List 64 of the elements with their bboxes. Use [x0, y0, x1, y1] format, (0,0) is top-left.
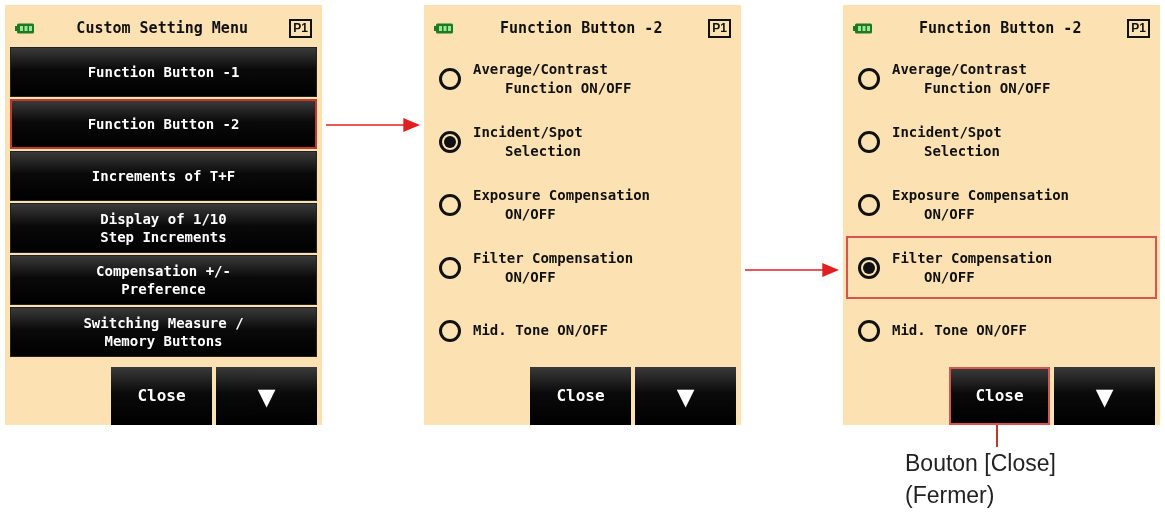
- option-label: Incident/Spot: [473, 122, 583, 142]
- page-indicator: P1: [1127, 18, 1150, 38]
- option-label: Exposure Compensation: [892, 185, 1069, 205]
- leader-line: [996, 425, 998, 447]
- option-label: Mid. Tone ON/OFF: [892, 321, 1027, 340]
- scroll-down-button[interactable]: ▼: [216, 367, 317, 425]
- option-label: Filter Compensation: [892, 248, 1053, 268]
- option-row[interactable]: Exposure Compensation ON/OFF: [846, 173, 1157, 236]
- callout-text: Bouton [Close]: [905, 449, 1057, 478]
- radio-button[interactable]: [439, 319, 461, 342]
- option-row[interactable]: Incident/Spot Selection: [846, 110, 1157, 173]
- page-indicator: P1: [708, 18, 731, 38]
- menu-button[interactable]: Display of 1/10 Step Increments: [10, 203, 317, 253]
- radio-button[interactable]: [858, 67, 880, 90]
- option-row[interactable]: Average/Contrast Function ON/OFF: [846, 47, 1157, 110]
- option-row[interactable]: Filter Compensation ON/OFF: [427, 236, 738, 299]
- scroll-down-button[interactable]: ▼: [1054, 367, 1155, 425]
- battery-icon: [853, 22, 873, 34]
- scroll-down-button[interactable]: ▼: [635, 367, 736, 425]
- option-label: Mid. Tone ON/OFF: [473, 321, 608, 340]
- radio-button[interactable]: [858, 256, 880, 279]
- option-label: Average/Contrast: [473, 59, 609, 79]
- page-indicator: P1: [289, 18, 312, 38]
- close-button[interactable]: Close: [111, 367, 212, 425]
- radio-button[interactable]: [439, 193, 461, 216]
- option-row[interactable]: Exposure Compensation ON/OFF: [427, 173, 738, 236]
- radio-button[interactable]: [858, 130, 880, 153]
- option-label: ON/OFF: [923, 267, 976, 287]
- option-row[interactable]: Incident/Spot Selection: [427, 110, 738, 173]
- menu-button[interactable]: Increments of T+F: [10, 151, 317, 201]
- menu-button[interactable]: Function Button -1: [10, 47, 317, 97]
- screen-title: Function Button -2: [498, 17, 664, 39]
- option-label: Incident/Spot: [892, 122, 1002, 142]
- option-label: Function ON/OFF: [504, 78, 632, 98]
- option-label: ON/OFF: [504, 204, 557, 224]
- arrow-icon: [326, 118, 420, 132]
- option-label: Exposure Compensation: [473, 185, 650, 205]
- option-label: Function ON/OFF: [923, 78, 1051, 98]
- screen-title: Function Button -2: [917, 17, 1083, 39]
- close-button[interactable]: Close: [530, 367, 631, 425]
- arrow-icon: [745, 263, 839, 277]
- radio-button[interactable]: [858, 319, 880, 342]
- radio-button[interactable]: [439, 67, 461, 90]
- option-label: Filter Compensation: [473, 248, 634, 268]
- callout-text: (Fermer): [905, 481, 996, 510]
- menu-button[interactable]: Function Button -2: [10, 99, 317, 149]
- option-row[interactable]: Filter Compensation ON/OFF: [846, 236, 1157, 299]
- radio-button[interactable]: [439, 256, 461, 279]
- option-label: Selection: [504, 141, 582, 161]
- option-row[interactable]: Average/Contrast Function ON/OFF: [427, 47, 738, 110]
- close-button[interactable]: Close: [949, 367, 1050, 425]
- menu-button[interactable]: Compensation +/- Preference: [10, 255, 317, 305]
- menu-button[interactable]: Switching Measure / Memory Buttons: [10, 307, 317, 357]
- option-label: Average/Contrast: [892, 59, 1028, 79]
- screen-title: Custom Setting Menu: [75, 17, 249, 39]
- battery-icon: [434, 22, 454, 34]
- option-label: ON/OFF: [923, 204, 976, 224]
- option-label: ON/OFF: [504, 267, 557, 287]
- radio-button[interactable]: [858, 193, 880, 216]
- option-row[interactable]: Mid. Tone ON/OFF: [427, 299, 738, 362]
- option-label: Selection: [923, 141, 1001, 161]
- battery-icon: [15, 22, 35, 34]
- option-row[interactable]: Mid. Tone ON/OFF: [846, 299, 1157, 362]
- radio-button[interactable]: [439, 130, 461, 153]
